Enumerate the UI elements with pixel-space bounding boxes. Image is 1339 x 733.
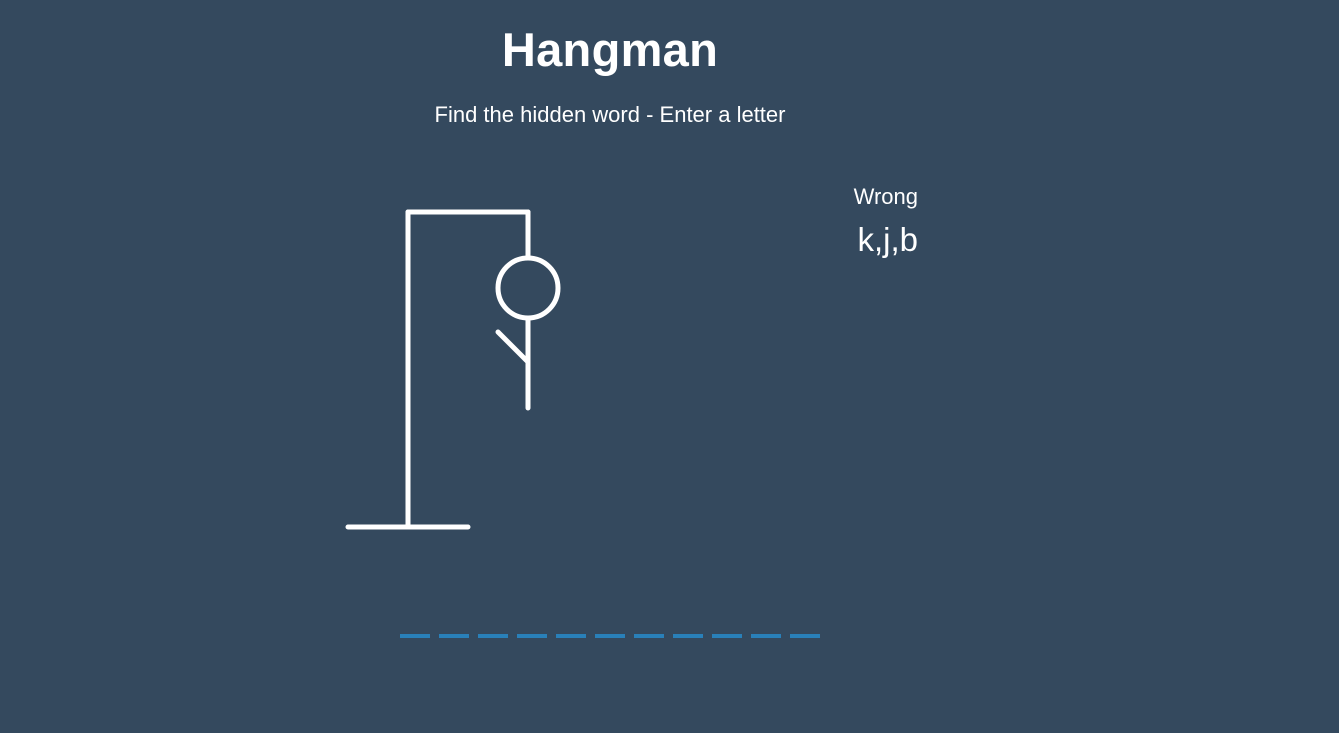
wrong-letters-panel: Wrong k,j,b [760, 180, 918, 262]
letter-slot [673, 634, 703, 638]
letter-slot [712, 634, 742, 638]
letter-slot [478, 634, 508, 638]
letter-slot [439, 634, 469, 638]
figure-head [495, 255, 561, 321]
letter-slot [790, 634, 820, 638]
letter-slot [517, 634, 547, 638]
hidden-word [400, 634, 820, 638]
letter-slot [634, 634, 664, 638]
figure-left-arm [495, 329, 531, 365]
letter-slot [751, 634, 781, 638]
letter-slot [595, 634, 625, 638]
letter-slot [556, 634, 586, 638]
hangman-drawing [345, 209, 561, 530]
wrong-label: Wrong [853, 184, 918, 209]
wrong-letters-list: k,j,b [857, 221, 918, 258]
letter-slot [400, 634, 430, 638]
